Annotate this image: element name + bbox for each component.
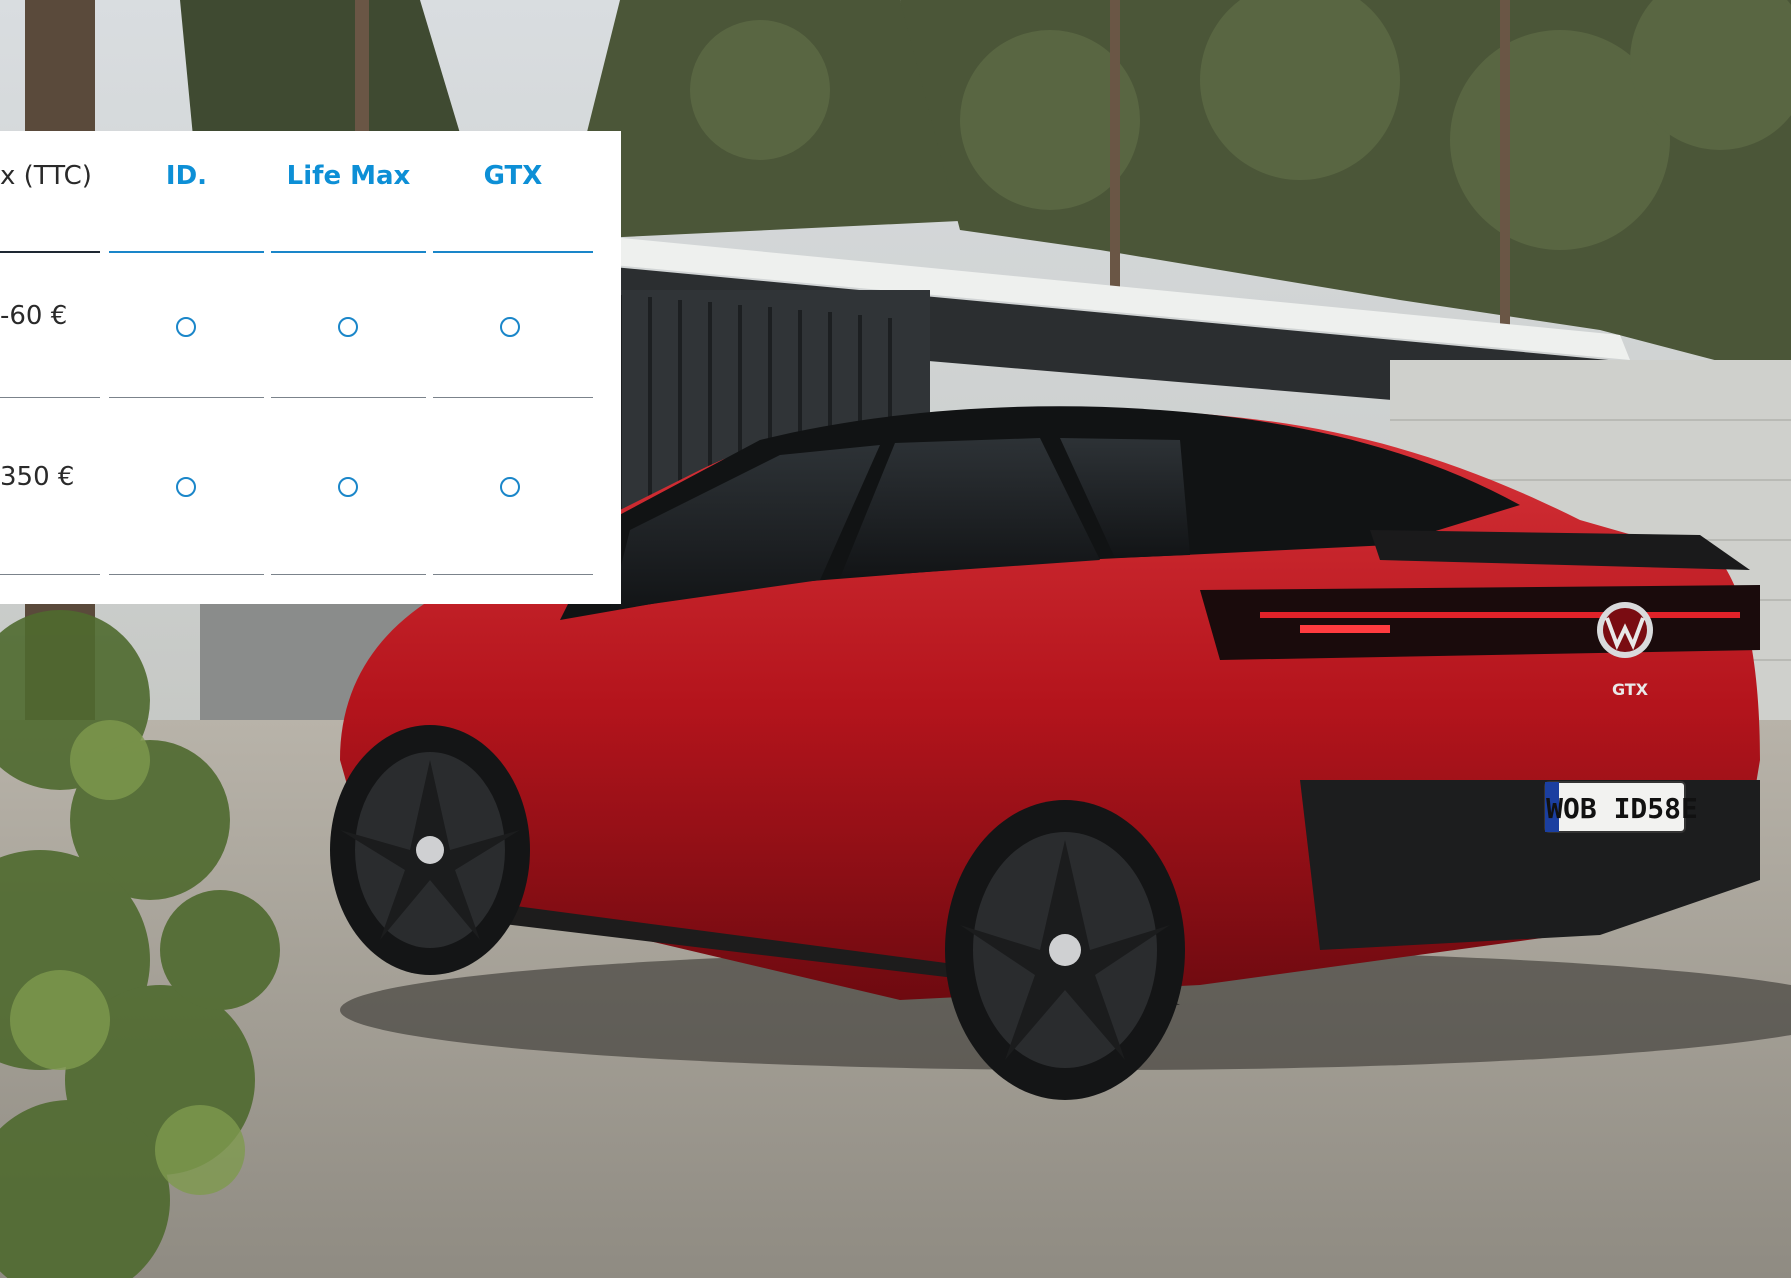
column-header-gtx: GTX bbox=[483, 161, 543, 191]
row-divider bbox=[109, 397, 264, 398]
header-rule-id bbox=[109, 251, 264, 253]
row-divider bbox=[0, 397, 100, 398]
pricing-table: x (TTC) ID. Life Max GTX -60 € 350 € bbox=[0, 131, 621, 604]
row-divider bbox=[433, 574, 593, 575]
rear-wheel bbox=[945, 800, 1185, 1100]
gtx-badge: GTX bbox=[1612, 680, 1649, 699]
row-divider bbox=[109, 574, 264, 575]
table-row-1-price: -60 € bbox=[0, 301, 68, 331]
radio-button-icon[interactable] bbox=[500, 477, 520, 497]
header-rule-gtx bbox=[433, 251, 593, 253]
price-column-header: x (TTC) bbox=[0, 161, 92, 191]
table-row-2-price: 350 € bbox=[0, 462, 75, 492]
radio-button-icon[interactable] bbox=[176, 317, 196, 337]
radio-button-icon[interactable] bbox=[338, 477, 358, 497]
row-divider bbox=[271, 574, 426, 575]
radio-button-icon[interactable] bbox=[338, 317, 358, 337]
header-rule-price bbox=[0, 251, 100, 253]
column-header-life-max: Life Max bbox=[286, 161, 411, 191]
front-wheel bbox=[330, 725, 530, 975]
vw-logo-icon bbox=[1597, 602, 1653, 658]
radio-button-icon[interactable] bbox=[500, 317, 520, 337]
row-divider bbox=[271, 397, 426, 398]
license-plate-text: WOB ID58E bbox=[1546, 792, 1698, 825]
column-header-id: ID. bbox=[165, 161, 208, 191]
row-divider bbox=[0, 574, 100, 575]
header-rule-life-max bbox=[271, 251, 426, 253]
row-divider bbox=[433, 397, 593, 398]
radio-button-icon[interactable] bbox=[176, 477, 196, 497]
